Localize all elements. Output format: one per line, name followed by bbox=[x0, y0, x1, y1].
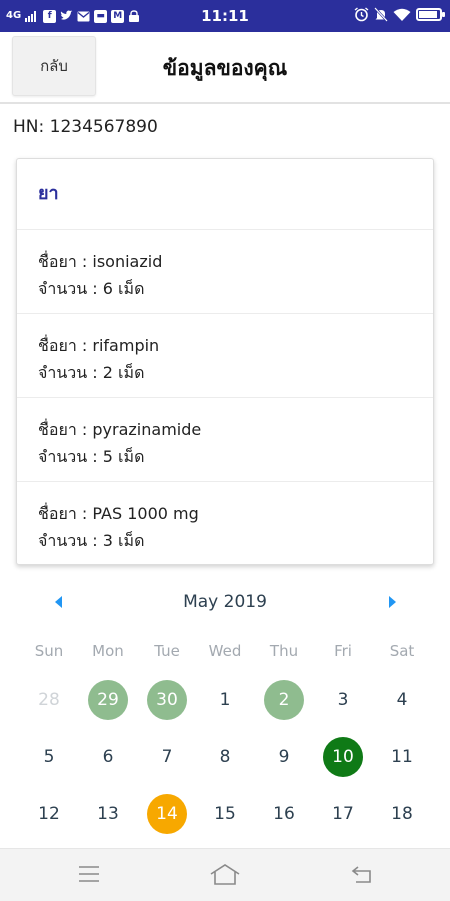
calendar-header: May 2019 bbox=[0, 588, 450, 616]
weekday-thu: Thu bbox=[269, 642, 299, 660]
hn-number: HN: 1234567890 bbox=[13, 117, 158, 137]
medication-name: ชื่อยา : rifampin bbox=[38, 336, 160, 355]
medication-item: ชื่อยา : isoniazid จำนวน : 6 เม็ด bbox=[17, 230, 433, 314]
calendar-day[interactable]: 15 bbox=[205, 794, 245, 834]
calendar-day[interactable]: 6 bbox=[88, 737, 128, 777]
calendar-day[interactable]: 3 bbox=[323, 680, 363, 720]
weekday-tue: Tue bbox=[154, 642, 180, 660]
calendar-day[interactable]: 18 bbox=[382, 794, 422, 834]
calendar-day-marked[interactable]: 29 bbox=[88, 680, 128, 720]
calendar-day[interactable]: 13 bbox=[88, 794, 128, 834]
weekday-sun: Sun bbox=[34, 642, 64, 660]
weekday-wed: Wed bbox=[208, 642, 242, 660]
calendar-day-marked[interactable]: 30 bbox=[147, 680, 187, 720]
weekday-sat: Sat bbox=[389, 642, 415, 660]
home-icon[interactable] bbox=[209, 863, 241, 885]
calendar-day[interactable]: 16 bbox=[264, 794, 304, 834]
weekday-mon: Mon bbox=[92, 642, 124, 660]
system-navigation-bar bbox=[0, 848, 450, 901]
calendar-day-today[interactable]: 14 bbox=[147, 794, 187, 834]
medication-name: ชื่อยา : isoniazid bbox=[38, 252, 163, 271]
calendar-day[interactable]: 5 bbox=[29, 737, 69, 777]
calendar-day[interactable]: 12 bbox=[29, 794, 69, 834]
calendar-day[interactable]: 1 bbox=[205, 680, 245, 720]
medication-card: ยา ชื่อยา : isoniazid จำนวน : 6 เม็ด ชื่… bbox=[16, 158, 434, 565]
calendar-day[interactable]: 11 bbox=[382, 737, 422, 777]
calendar-day[interactable]: 17 bbox=[323, 794, 363, 834]
medication-amount: จำนวน : 3 เม็ด bbox=[38, 531, 145, 550]
calendar-day-marked[interactable]: 2 bbox=[264, 680, 304, 720]
calendar-day-selected[interactable]: 10 bbox=[323, 737, 363, 777]
calendar-day[interactable]: 4 bbox=[382, 680, 422, 720]
medication-amount: จำนวน : 6 เม็ด bbox=[38, 279, 145, 298]
calendar-day[interactable]: 9 bbox=[264, 737, 304, 777]
medication-card-title: ยา bbox=[17, 159, 433, 230]
alarm-icon bbox=[354, 7, 369, 22]
app-header: กลับ ข้อมูลของคุณ bbox=[0, 32, 450, 104]
medication-amount: จำนวน : 2 เม็ด bbox=[38, 363, 145, 382]
calendar-day[interactable]: 8 bbox=[205, 737, 245, 777]
medication-name: ชื่อยา : pyrazinamide bbox=[38, 420, 202, 439]
status-bar: 4G f ▬ M 11:11 bbox=[0, 0, 450, 32]
weekday-fri: Fri bbox=[334, 642, 352, 660]
medication-name: ชื่อยา : PAS 1000 mg bbox=[38, 504, 199, 523]
medication-item: ชื่อยา : PAS 1000 mg จำนวน : 3 เม็ด bbox=[17, 482, 433, 566]
medication-item: ชื่อยา : pyrazinamide จำนวน : 5 เม็ด bbox=[17, 398, 433, 482]
medication-item: ชื่อยา : rifampin จำนวน : 2 เม็ด bbox=[17, 314, 433, 398]
calendar-day[interactable]: 7 bbox=[147, 737, 187, 777]
battery-icon bbox=[416, 8, 445, 21]
status-right-icons bbox=[354, 7, 445, 22]
menu-icon[interactable] bbox=[77, 863, 101, 885]
medication-amount: จำนวน : 5 เม็ด bbox=[38, 447, 145, 466]
wifi-icon bbox=[393, 8, 411, 21]
calendar-day-muted[interactable]: 28 bbox=[29, 680, 69, 720]
silent-icon bbox=[374, 7, 388, 22]
back-icon[interactable] bbox=[350, 863, 376, 885]
calendar-month-title: May 2019 bbox=[183, 592, 267, 612]
next-month-arrow-icon[interactable] bbox=[389, 596, 396, 608]
page-title: ข้อมูลของคุณ bbox=[162, 56, 288, 80]
